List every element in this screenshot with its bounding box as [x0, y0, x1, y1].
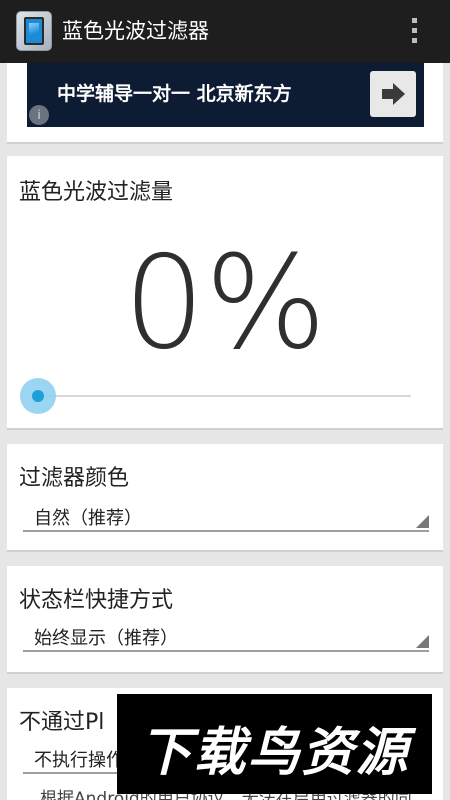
filter-amount-title: 蓝色光波过滤量	[19, 180, 174, 205]
play-title: 不通过Pl	[19, 710, 105, 735]
spinner-arrow-icon	[416, 515, 429, 528]
ad-banner[interactable]: 中学辅导一对一 北京新东方 i	[27, 63, 424, 127]
statusbar-shortcut-title: 状态栏快捷方式	[19, 588, 174, 613]
filter-color-value: 自然（推荐）	[34, 508, 142, 529]
filter-amount-card: 蓝色光波过滤量 0%	[7, 156, 443, 430]
filter-amount-value: 0%	[123, 229, 327, 378]
filter-slider-thumb-core[interactable]	[32, 390, 44, 402]
filter-slider-track[interactable]	[37, 395, 411, 397]
filter-color-title: 过滤器颜色	[19, 466, 130, 491]
spinner-arrow-icon	[416, 635, 429, 648]
play-value: 不执行操作	[34, 750, 124, 771]
ad-text: 中学辅导一对一 北京新东方	[57, 83, 292, 105]
statusbar-shortcut-value: 始终显示（推荐）	[34, 628, 178, 649]
statusbar-shortcut-spinner[interactable]: 始终显示（推荐）	[23, 622, 429, 652]
info-icon[interactable]: i	[29, 105, 49, 125]
filter-color-spinner[interactable]: 自然（推荐）	[23, 502, 429, 532]
statusbar-shortcut-card: 状态栏快捷方式 始终显示（推荐）	[7, 566, 443, 674]
action-bar: 蓝色光波过滤器	[0, 0, 450, 63]
overflow-menu-icon[interactable]	[404, 16, 424, 46]
app-phone-icon[interactable]	[16, 11, 52, 51]
watermark-logo: 下载鸟资源	[117, 694, 432, 794]
arrow-right-icon[interactable]	[370, 71, 416, 117]
app-title: 蓝色光波过滤器	[62, 19, 209, 43]
watermark-text: 下载鸟资源	[139, 723, 410, 783]
filter-color-card: 过滤器颜色 自然（推荐）	[7, 444, 443, 552]
